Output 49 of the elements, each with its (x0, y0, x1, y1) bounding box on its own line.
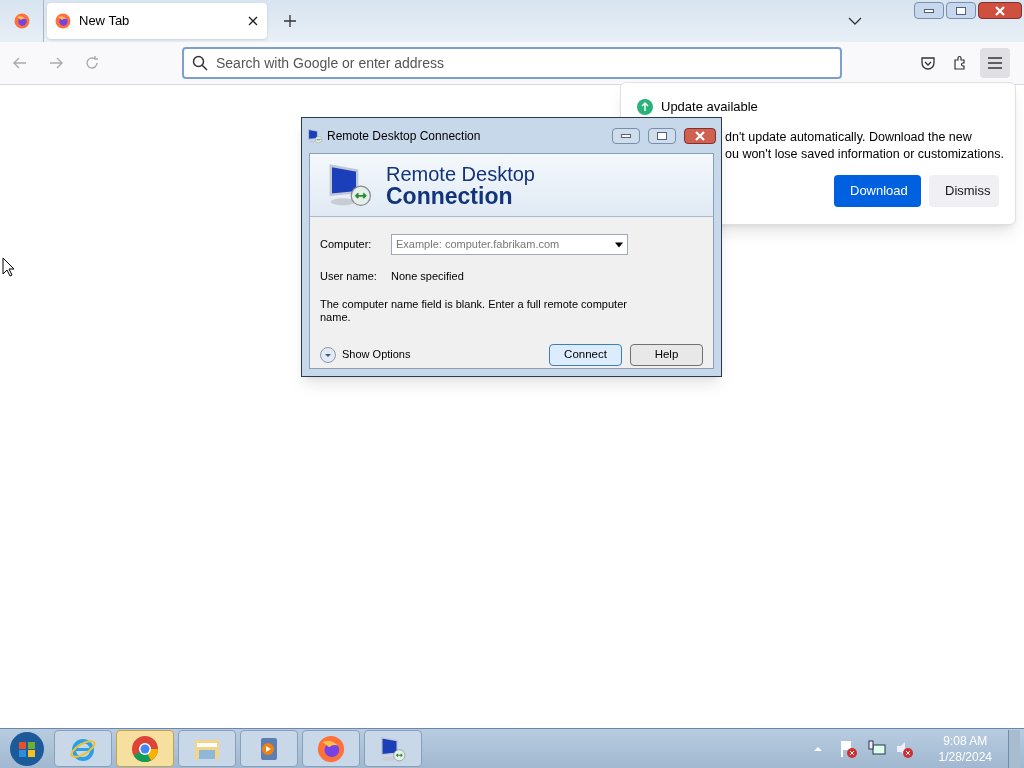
taskbar-app-button[interactable] (302, 730, 360, 767)
computer-input[interactable]: Example: computer.fabrikam.com (396, 236, 615, 253)
help-button[interactable]: Help (630, 343, 703, 366)
computer-combobox[interactable]: Example: computer.fabrikam.com (391, 234, 628, 255)
clock-date: 1/28/2024 (938, 748, 992, 765)
restore-button[interactable] (946, 2, 976, 19)
search-icon (192, 55, 208, 71)
browser-tab[interactable]: New Tab (47, 3, 267, 39)
connect-button[interactable]: Connect (549, 343, 622, 366)
flag-warning-icon[interactable] (838, 738, 859, 759)
maximize-button[interactable] (648, 127, 676, 144)
dropdown-arrow-icon (615, 241, 623, 248)
chrome-icon (131, 734, 159, 763)
menu-icon (987, 57, 1003, 69)
show-options-toggle[interactable]: Show Options (320, 346, 541, 363)
dialog-title: Remote Desktop Connection (327, 127, 482, 145)
user-name-label: User name: (320, 269, 378, 284)
blank-name-message: The computer name field is blank. Enter a full remote computer name. (320, 297, 628, 324)
update-text: ou won't lose saved information or customizations. (725, 145, 1005, 163)
close-button[interactable] (978, 2, 1022, 19)
monitor-icon (307, 127, 323, 144)
taskbar-app-button[interactable] (116, 730, 174, 767)
minimize-button[interactable] (612, 127, 640, 144)
taskbar-app-button[interactable] (364, 730, 422, 767)
user-name-value: None specified (391, 269, 464, 284)
close-button[interactable] (684, 127, 716, 144)
chevron-down-circle-icon (320, 346, 336, 363)
banner-title: Connection (386, 185, 513, 207)
address-bar[interactable]: Search with Google or enter address (182, 47, 842, 79)
firefox-menu-icon (13, 13, 30, 29)
close-icon (694, 130, 706, 141)
monitor-icon (379, 734, 407, 763)
firefox-icon (55, 13, 71, 29)
menu-button[interactable] (980, 48, 1010, 78)
windows-logo-icon (9, 730, 45, 767)
update-title: Update available (661, 98, 758, 116)
clock-time: 9:08 AM (943, 732, 988, 749)
plus-icon[interactable] (283, 14, 297, 28)
close-icon (994, 5, 1006, 16)
download-button[interactable]: Download (834, 174, 921, 207)
minimize-button[interactable] (914, 2, 944, 19)
close-icon[interactable] (247, 15, 259, 27)
cursor-icon (2, 257, 14, 277)
banner-title: Remote Desktop (386, 163, 535, 185)
update-text: dn't update automatically. Download the new (725, 128, 973, 146)
firefox-icon (317, 734, 345, 763)
pocket-icon[interactable] (920, 55, 936, 71)
dismiss-button[interactable]: Dismiss (929, 174, 999, 207)
computer-label: Computer: (320, 237, 373, 253)
